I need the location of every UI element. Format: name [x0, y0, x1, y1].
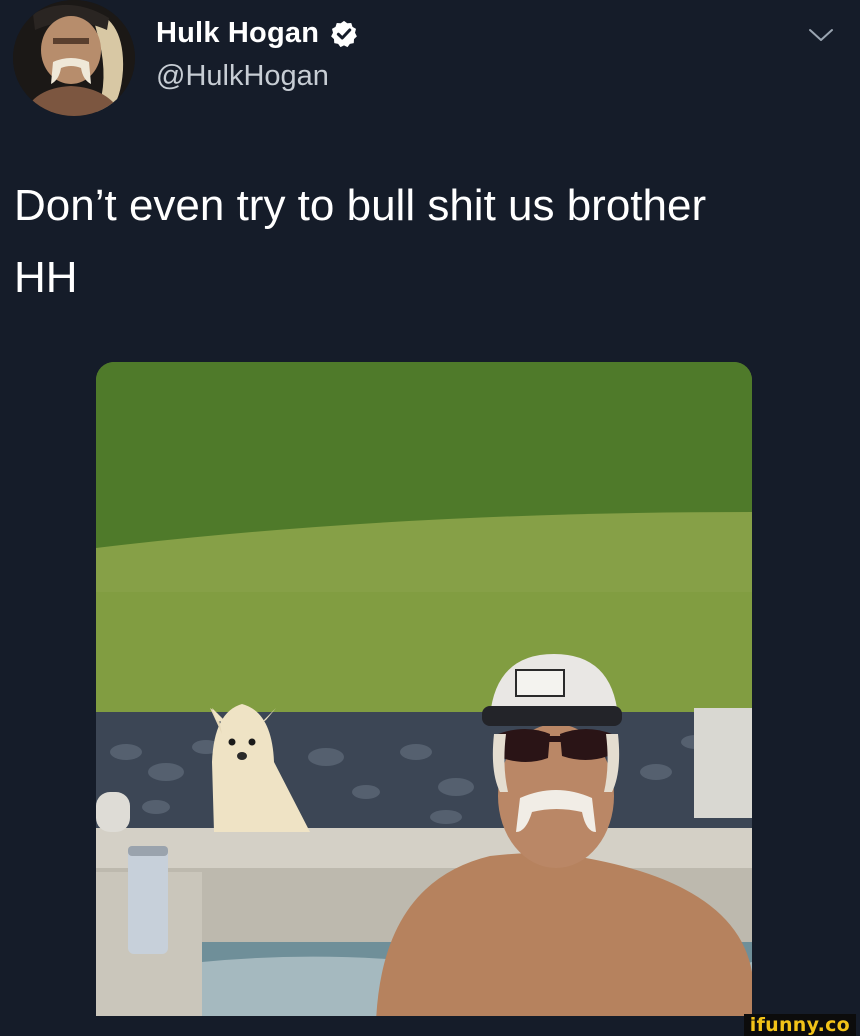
tweet-card: Hulk Hogan @HulkHogan Don’t even try to …: [0, 0, 860, 1036]
tweet-photo[interactable]: [96, 362, 752, 1022]
avatar[interactable]: [13, 0, 135, 116]
watermark: ifunny.co: [743, 1014, 856, 1036]
tweet-text: Don’t even try to bull shit us brother H…: [14, 181, 707, 302]
verified-badge-icon: [329, 19, 359, 49]
photo-image: [96, 362, 752, 1022]
chevron-down-icon[interactable]: [806, 24, 836, 46]
avatar-image: [13, 0, 135, 116]
bottom-bar: [0, 1016, 860, 1036]
author-name-row: Hulk Hogan: [156, 17, 359, 50]
handle[interactable]: @HulkHogan: [156, 60, 329, 93]
display-name[interactable]: Hulk Hogan: [156, 17, 319, 50]
